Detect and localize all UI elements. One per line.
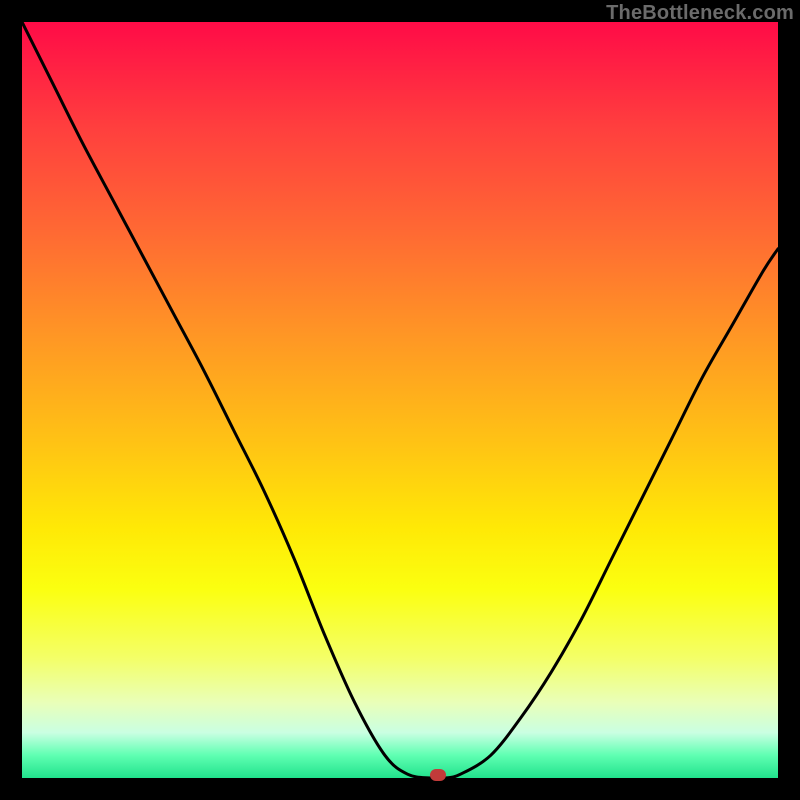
chart-frame: TheBottleneck.com bbox=[0, 0, 800, 800]
optimal-point-marker bbox=[430, 769, 446, 781]
watermark-text: TheBottleneck.com bbox=[606, 2, 794, 25]
chart-plot-area bbox=[22, 22, 778, 778]
